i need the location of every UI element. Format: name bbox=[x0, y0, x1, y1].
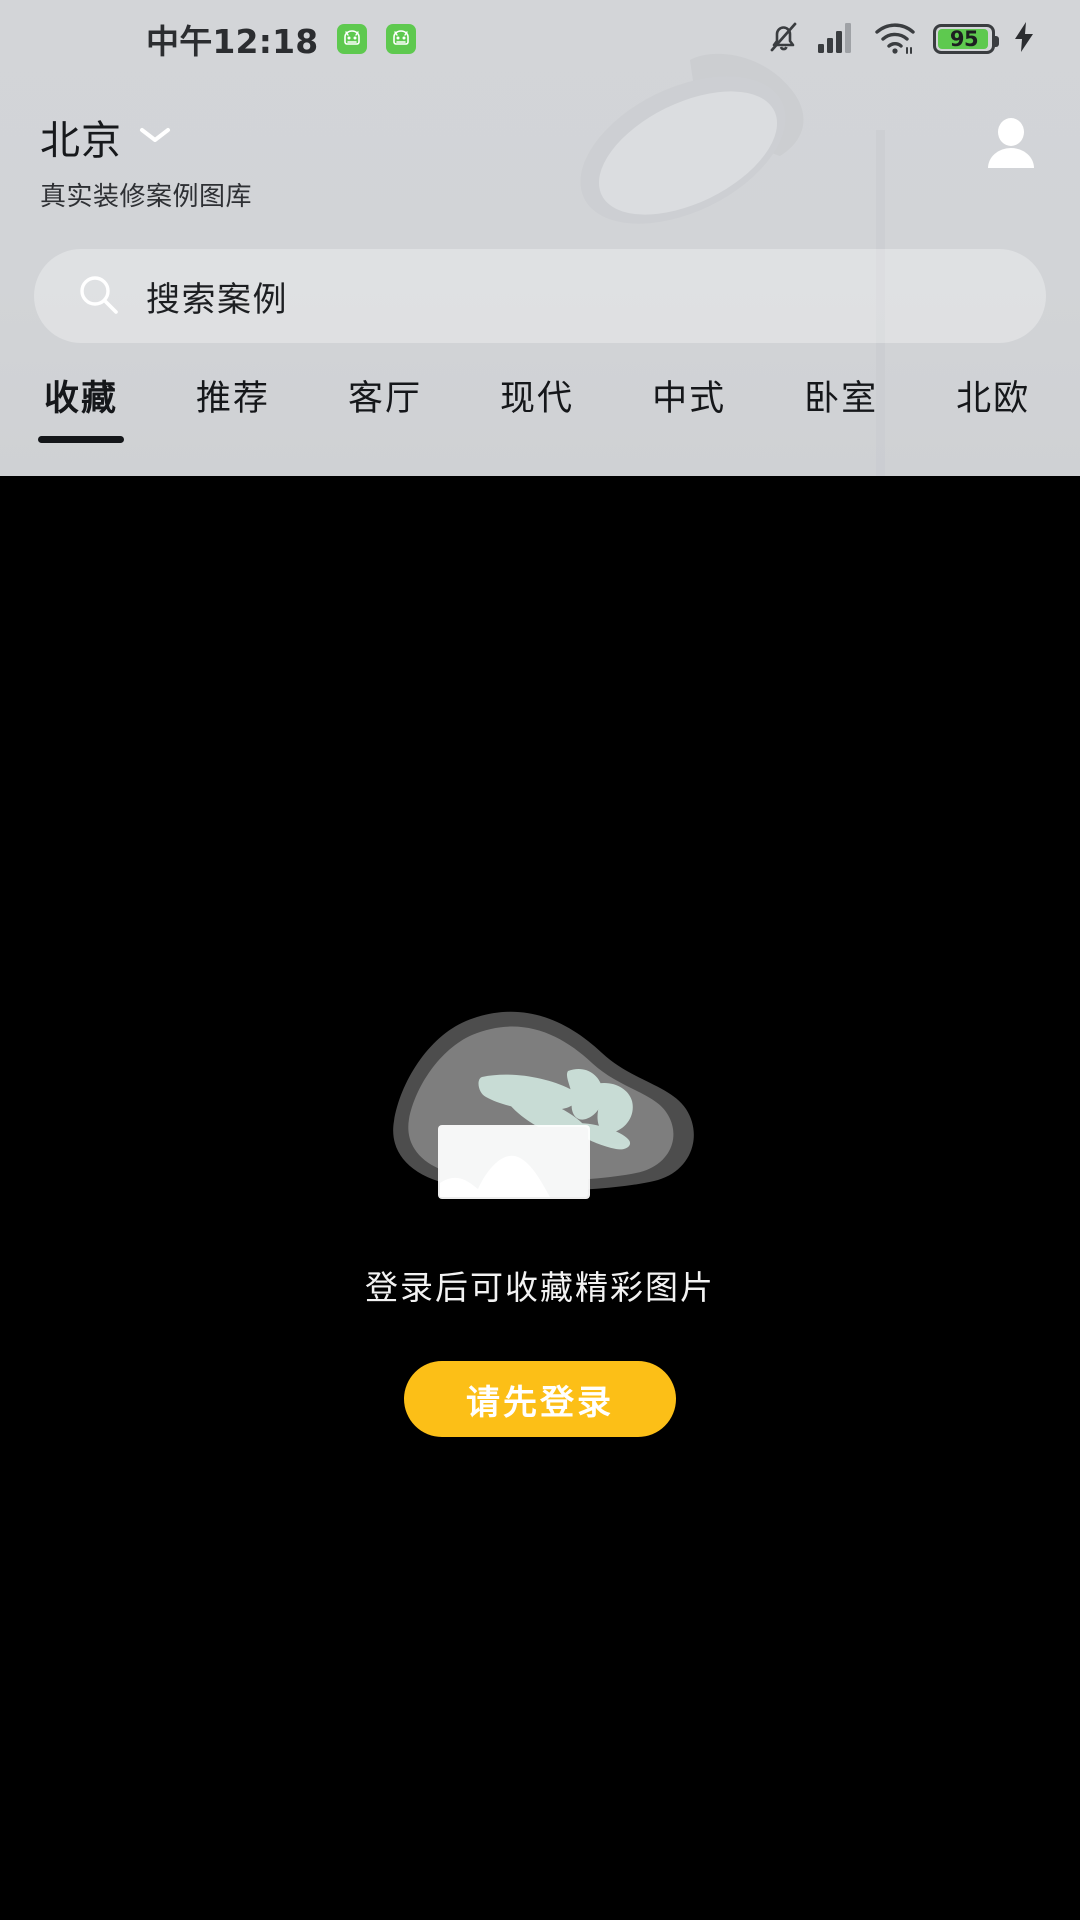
tab-active-underline bbox=[38, 436, 124, 443]
app-screen: 中午12:18 95 北京 真实装修案例图库 搜索案例 收藏 推荐 客厅 现代 … bbox=[0, 0, 1080, 1920]
app-badge-icon bbox=[337, 24, 368, 54]
tab-label: 中式 bbox=[652, 379, 727, 419]
search-icon bbox=[76, 272, 120, 320]
tab-label: 收藏 bbox=[44, 379, 119, 419]
wifi-icon bbox=[874, 21, 916, 58]
bell-muted-icon bbox=[767, 20, 800, 59]
app-badge-icon bbox=[386, 24, 417, 54]
search-input[interactable]: 搜索案例 bbox=[34, 249, 1046, 343]
empty-gallery-illustration bbox=[370, 997, 710, 1227]
empty-state: 登录后可收藏精彩图片 请先登录 bbox=[0, 476, 1080, 1437]
tab-shoucang[interactable]: 收藏 bbox=[38, 370, 124, 443]
tab-woshi[interactable]: 卧室 bbox=[804, 370, 878, 421]
tab-label: 北欧 bbox=[956, 379, 1031, 419]
charging-bolt-icon bbox=[1012, 21, 1036, 57]
category-tab-bar[interactable]: 收藏 推荐 客厅 现代 中式 卧室 北欧 bbox=[0, 370, 1080, 476]
content-area: 登录后可收藏精彩图片 请先登录 bbox=[0, 476, 1080, 1920]
status-bar-right: 95 bbox=[767, 20, 1036, 59]
empty-state-message: 登录后可收藏精彩图片 bbox=[365, 1268, 715, 1307]
status-bar: 中午12:18 95 bbox=[0, 0, 1080, 78]
status-bar-left: 中午12:18 bbox=[146, 15, 417, 63]
tab-zhongshi[interactable]: 中式 bbox=[652, 370, 726, 421]
tab-label: 现代 bbox=[500, 379, 575, 419]
battery-indicator: 95 bbox=[933, 24, 999, 54]
chevron-down-icon[interactable] bbox=[138, 125, 172, 149]
header-subtitle: 真实装修案例图库 bbox=[40, 182, 253, 212]
tab-label: 客厅 bbox=[348, 379, 423, 419]
tab-label: 推荐 bbox=[196, 379, 271, 419]
user-avatar-icon[interactable] bbox=[980, 112, 1042, 174]
status-time: 中午12:18 bbox=[146, 22, 319, 61]
city-name: 北京 bbox=[40, 118, 122, 164]
cellular-signal-icon bbox=[817, 21, 857, 57]
city-line[interactable]: 北京 bbox=[40, 108, 252, 166]
app-header: 中午12:18 95 北京 真实装修案例图库 搜索案例 收藏 推荐 客厅 现代 … bbox=[0, 0, 1080, 476]
tab-label: 卧室 bbox=[804, 379, 879, 419]
login-button[interactable]: 请先登录 bbox=[404, 1361, 676, 1437]
tab-keting[interactable]: 客厅 bbox=[348, 370, 422, 421]
city-selector[interactable]: 北京 真实装修案例图库 bbox=[40, 108, 252, 213]
tab-beiou[interactable]: 北欧 bbox=[956, 370, 1030, 421]
tab-xiandai[interactable]: 现代 bbox=[500, 370, 574, 421]
search-placeholder: 搜索案例 bbox=[146, 279, 288, 320]
tab-tuijian[interactable]: 推荐 bbox=[196, 370, 270, 421]
battery-level: 95 bbox=[949, 27, 979, 51]
